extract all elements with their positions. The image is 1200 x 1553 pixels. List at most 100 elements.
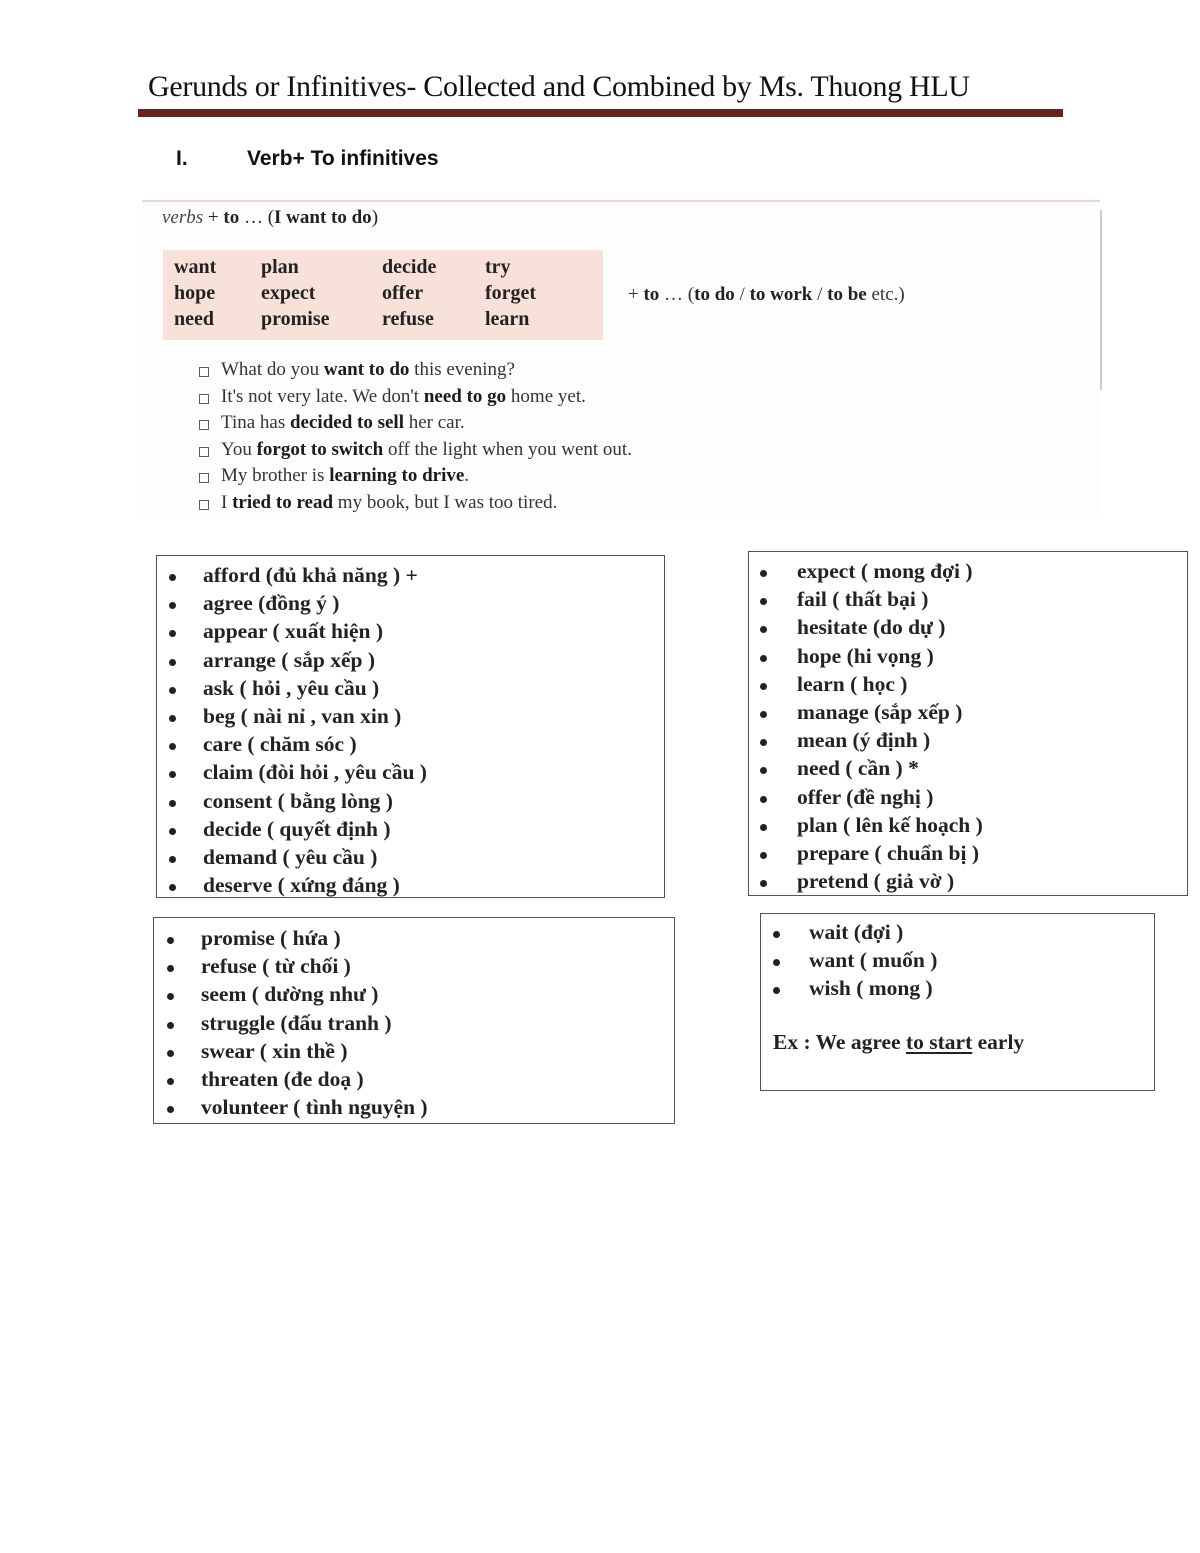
vocab-word: plan ( lên kế hoạch )	[797, 812, 983, 837]
checkbox-square-icon	[199, 367, 209, 377]
vocab-word: refuse ( từ chối )	[201, 954, 351, 979]
bullet-icon	[760, 654, 767, 662]
bullet-icon	[760, 795, 767, 803]
bullet-icon	[167, 937, 174, 944]
suffix-etc: etc.)	[866, 284, 905, 305]
vocab-word: deserve ( xứng đáng )	[203, 873, 400, 898]
vocab-word: appear ( xuất hiện )	[203, 619, 383, 644]
bullet-icon	[773, 931, 780, 938]
vocab-word: demand ( yêu cầu )	[203, 844, 378, 869]
vocab-word: consent ( bằng lòng )	[203, 788, 393, 813]
example-text: I tried to read my book, but I was too t…	[221, 492, 557, 514]
verb-cell: plan	[261, 256, 299, 278]
vocab-word: seem ( dường như )	[201, 982, 379, 1007]
bullet-icon	[169, 799, 176, 807]
example-text: You forgot to switch off the light when …	[221, 439, 632, 461]
vocab-word: claim (đòi hỏi , yêu cầu )	[203, 760, 427, 785]
vocab-word: promise ( hứa )	[201, 926, 341, 950]
scan-edge	[1100, 210, 1102, 390]
vocab-word: need ( cần ) *	[797, 756, 919, 781]
header-rule	[138, 109, 1063, 117]
verb-cell: need	[174, 308, 214, 330]
verb-cell: hope	[174, 282, 216, 304]
vocab-box-d: wait (đợi ) want ( muốn ) wish ( mong ) Ex…	[760, 913, 1155, 1091]
bullet-icon	[760, 823, 767, 831]
example-post: this evening?	[409, 359, 515, 380]
example-text: What do you want to do this evening?	[221, 359, 515, 381]
vocab-box-c: promise ( hứa ) refuse ( từ chối ) seem ( …	[153, 917, 675, 1124]
bullet-icon	[773, 987, 780, 995]
section-number: I.	[176, 147, 188, 170]
bullet-icon	[760, 626, 767, 634]
example-text: It's not very late. We don't need to go …	[221, 386, 586, 408]
example-bold: need to go	[423, 385, 507, 407]
bullet-icon	[169, 827, 176, 835]
pattern-italic: verbs	[162, 207, 204, 228]
vocab-word: decide ( quyết định )	[203, 816, 391, 841]
example-post: her car.	[403, 412, 465, 433]
vocab-word: swear ( xin thề )	[201, 1038, 348, 1063]
bullet-icon	[167, 1021, 174, 1029]
suffix-sep: /	[734, 284, 750, 305]
bullet-icon	[169, 743, 176, 751]
example-bold: want to do	[323, 359, 410, 380]
pattern-line: verbs + to … (I want to do)	[162, 207, 378, 229]
bullet-icon	[167, 1106, 174, 1114]
usage-example-underlined: to start	[905, 1030, 973, 1054]
vocab-word: afford (đủ khả năng ) +	[203, 563, 418, 587]
vocab-word: hope (hi vọng )	[797, 643, 934, 668]
vocab-word: threaten (đe doạ )	[201, 1066, 364, 1091]
vocab-word: learn ( học )	[797, 671, 908, 696]
vocab-word: agree (đồng ý )	[203, 591, 340, 616]
bullet-icon	[169, 630, 176, 638]
example-pre: It's not very late. We don't	[221, 385, 424, 407]
bullet-icon	[760, 710, 767, 718]
vocab-word: mean (ý định )	[797, 728, 931, 753]
vocab-word: want ( muốn )	[809, 948, 938, 973]
bullet-icon	[167, 993, 174, 1001]
vocab-word: expect ( mong đợi )	[797, 559, 973, 583]
vocab-word: beg ( nài nỉ , van xin )	[203, 703, 402, 728]
vocab-word: pretend ( giả vờ )	[797, 869, 955, 894]
suffix-to: to	[643, 284, 660, 305]
bullet-icon	[167, 965, 174, 973]
example-post: off the light when you went out.	[383, 438, 632, 460]
verb-cell: expect	[261, 282, 316, 304]
bullet-icon	[169, 602, 176, 610]
checkbox-square-icon	[199, 446, 209, 457]
checkbox-square-icon	[199, 473, 209, 483]
vocab-word: fail ( thất bại )	[797, 587, 929, 612]
verb-cell: forget	[485, 282, 537, 304]
vocab-word: care ( chăm sóc )	[203, 732, 357, 757]
verb-cell: decide	[382, 256, 437, 278]
pattern-suffix: + to … (to do / to work / to be etc.)	[628, 284, 905, 306]
suffix-to-work: to work	[749, 284, 813, 305]
suffix-plus: +	[628, 284, 644, 305]
textbook-excerpt: verbs + to … (I want to do) want plan de…	[142, 200, 1102, 517]
vocab-box-a: afford (đủ khả năng ) + agree (đồng ý ) ap…	[156, 555, 665, 898]
checkbox-square-icon	[199, 393, 209, 404]
example-pre: Tina has	[221, 412, 290, 433]
example-bold: forgot to switch	[256, 438, 384, 460]
example-bold: learning to drive	[329, 465, 465, 486]
vocab-word: wait (đợi )	[809, 920, 904, 944]
example-post: .	[464, 465, 470, 486]
bullet-icon	[167, 1077, 174, 1085]
example-pre: What do you	[221, 359, 324, 380]
verb-cell: try	[485, 256, 511, 278]
example-text: Tina has decided to sell her car.	[221, 412, 465, 434]
verb-cell: refuse	[382, 308, 434, 330]
bullet-icon	[760, 570, 767, 577]
bullet-icon	[760, 851, 767, 859]
verb-cell: want	[174, 256, 217, 278]
pattern-ellipsis: … (	[239, 207, 275, 228]
vocab-word: wish ( mong )	[809, 976, 933, 1001]
checkbox-square-icon	[199, 420, 209, 430]
bullet-icon	[773, 959, 780, 967]
vocab-word: arrange ( sắp xếp )	[203, 647, 375, 672]
pattern-example: I want to do	[274, 207, 372, 228]
usage-example-post: early	[972, 1030, 1025, 1054]
verb-cell: promise	[261, 308, 330, 330]
usage-example-pre: Ex : We agree	[773, 1030, 906, 1054]
example-bold: decided to sell	[289, 412, 404, 433]
